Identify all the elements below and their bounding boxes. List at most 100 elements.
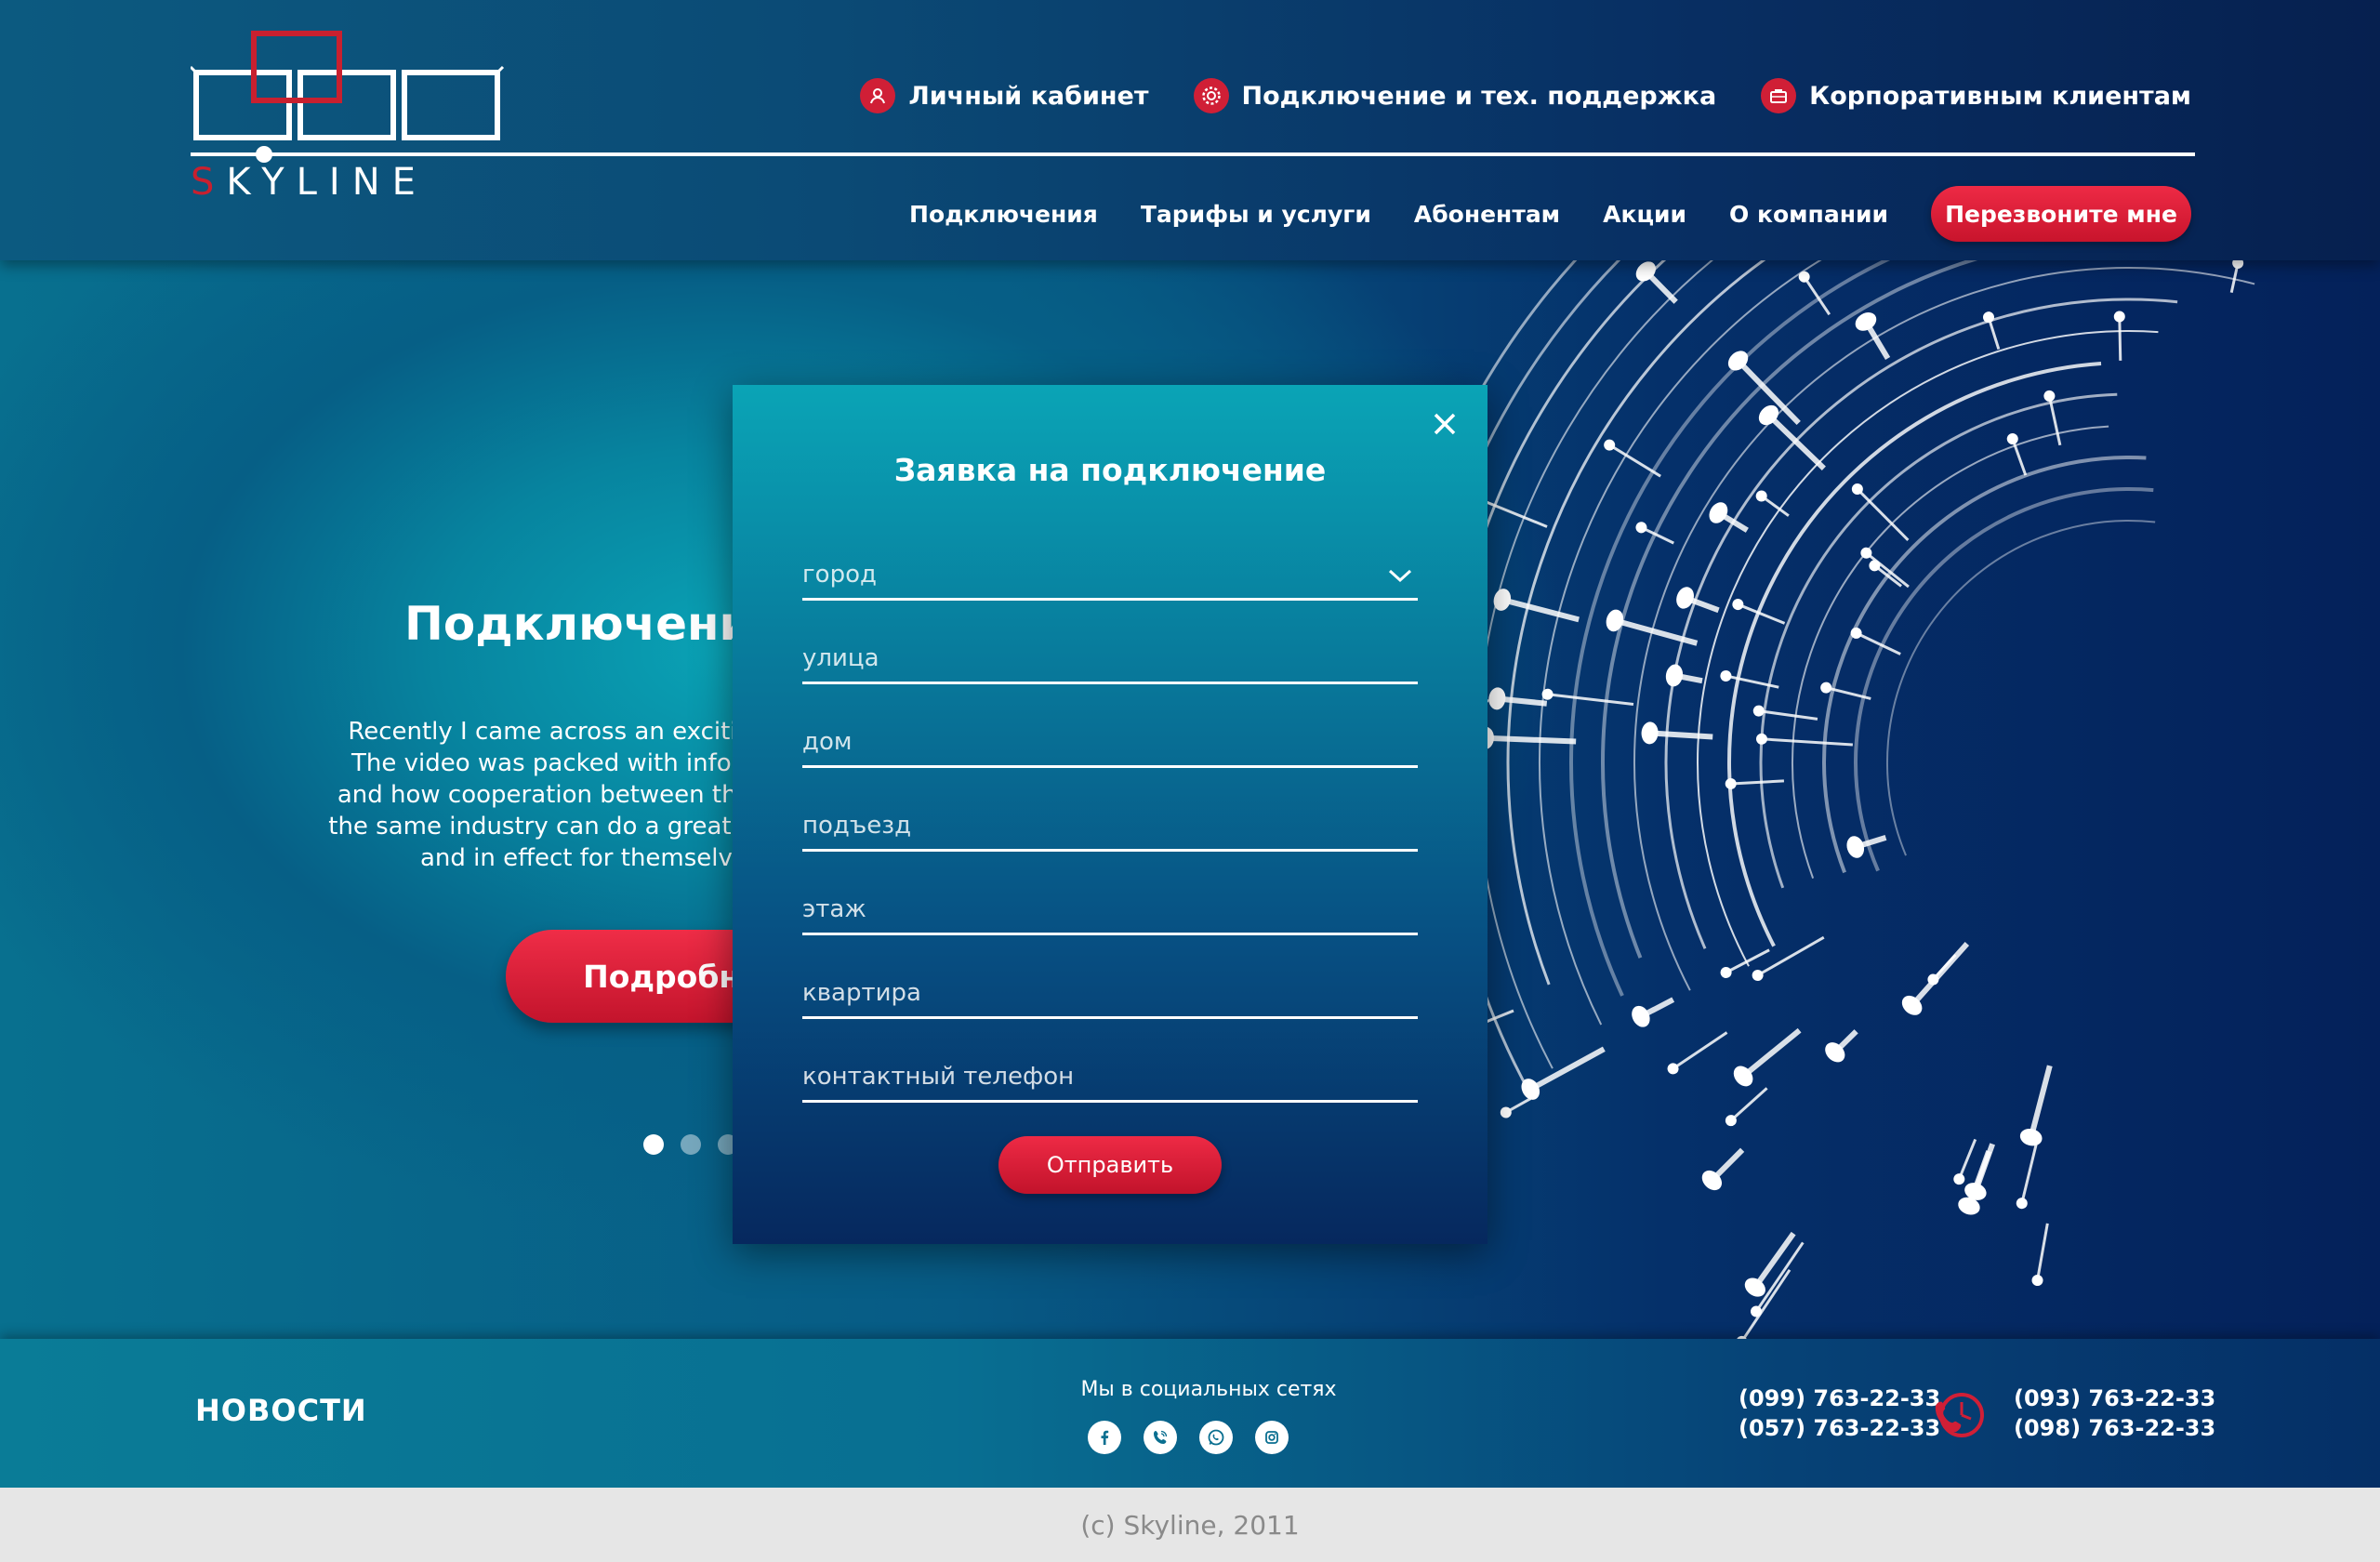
city-placeholder: город xyxy=(802,561,877,589)
circuit-connector xyxy=(1741,1027,1802,1079)
circuit-connector xyxy=(1485,735,1577,745)
circuit-node xyxy=(1720,669,1732,682)
circuit-connector xyxy=(1910,942,1970,1008)
circuit-connector xyxy=(1752,1231,1796,1290)
phone-placeholder: контактный телефон xyxy=(802,1063,1075,1091)
circuit-node xyxy=(1732,599,1744,611)
copyright: (c) Skyline, 2011 xyxy=(0,1488,2380,1562)
floor-field[interactable]: этаж xyxy=(802,880,1418,935)
phones-left: (099) 763-22-33 (057) 763-22-33 xyxy=(1739,1383,1940,1443)
social-icons xyxy=(1088,1421,1289,1454)
nav-subscribers[interactable]: Абонентам xyxy=(1414,201,1560,228)
circuit-arc xyxy=(1569,260,1891,997)
phone-number[interactable]: (099) 763-22-33 xyxy=(1739,1383,1940,1413)
whatsapp-icon[interactable] xyxy=(1199,1421,1233,1454)
circuit-node xyxy=(1604,439,1616,451)
circuit-connector xyxy=(1725,948,1770,974)
street-field[interactable]: улица xyxy=(802,629,1418,684)
circuit-node xyxy=(2113,311,2125,323)
circuit-arc xyxy=(1886,520,2156,856)
viber-icon[interactable] xyxy=(1144,1421,1177,1454)
top-link-corporate[interactable]: Корпоративным клиентам xyxy=(1761,78,2191,113)
top-link-cabinet[interactable]: Личный кабинет xyxy=(860,78,1149,113)
circuit-node xyxy=(1755,733,1767,745)
phone-field[interactable]: контактный телефон xyxy=(802,1047,1418,1103)
nav-connections[interactable]: Подключения xyxy=(909,201,1098,228)
phone-number[interactable]: (098) 763-22-33 xyxy=(2014,1413,2215,1443)
logo-letters-rest: KYLINE xyxy=(226,161,428,204)
circuit-connector xyxy=(1957,1138,1977,1180)
circuit-connector xyxy=(1672,1031,1728,1070)
circuit-connector xyxy=(1649,730,1713,740)
close-icon[interactable] xyxy=(1426,405,1463,443)
circuit-node xyxy=(1667,1063,1679,1075)
circuit-arc xyxy=(1664,298,2178,949)
circuit-arc xyxy=(1475,260,1714,1069)
circuit-connector xyxy=(1761,737,1853,747)
circuit-connector xyxy=(1758,709,1818,721)
circuit-arc xyxy=(1854,487,2154,872)
circuit-node xyxy=(1725,777,1737,789)
circuit-connector xyxy=(1547,693,1634,707)
phone-clock-icon xyxy=(1935,1393,1984,1437)
callback-button[interactable]: Перезвоните мне xyxy=(1931,186,2191,242)
circuit-node xyxy=(1953,1173,1965,1185)
apartment-placeholder: квартира xyxy=(802,979,921,1007)
logo-letter-s: S xyxy=(191,161,227,204)
slider-dot[interactable] xyxy=(681,1134,701,1155)
top-link-corporate-label: Корпоративным клиентам xyxy=(1809,81,2191,111)
phone-number[interactable]: (057) 763-22-33 xyxy=(1739,1413,1940,1443)
main-nav: Подключения Тарифы и услуги Абонентам Ак… xyxy=(909,186,2191,242)
entrance-field[interactable]: подъезд xyxy=(802,796,1418,852)
circuit-node xyxy=(1500,1106,1512,1119)
circuit-node xyxy=(1709,502,1728,523)
nav-promotions[interactable]: Акции xyxy=(1603,201,1686,228)
circuit-connector xyxy=(1730,779,1785,786)
city-select[interactable]: город xyxy=(802,545,1418,601)
nav-about[interactable]: О компании xyxy=(1729,201,1888,228)
circuit-connector xyxy=(2118,316,2122,361)
house-field[interactable]: дом xyxy=(802,712,1418,768)
circuit-connector xyxy=(1756,935,1825,977)
circuit-connector xyxy=(1729,1087,1768,1122)
circuit-node xyxy=(1635,522,1647,534)
instagram-icon[interactable] xyxy=(1255,1421,1289,1454)
connection-request-modal: Заявка на подключение город улица дом по… xyxy=(733,385,1488,1244)
logo-wordmark: SKYLINE xyxy=(191,164,428,201)
circuit-arc xyxy=(1601,260,1978,959)
top-links: Личный кабинет Подключение и тех. поддер… xyxy=(860,78,2191,113)
phone-number[interactable]: (093) 763-22-33 xyxy=(2014,1383,2215,1413)
phones-right: (093) 763-22-33 (098) 763-22-33 xyxy=(2014,1383,2215,1443)
apartment-field[interactable]: квартира xyxy=(802,963,1418,1019)
top-link-support-label: Подключение и тех. поддержка xyxy=(1241,81,1717,111)
gear-icon xyxy=(1193,78,1229,113)
circuit-connector xyxy=(2047,395,2062,446)
news-link[interactable]: НОВОСТИ xyxy=(195,1393,367,1428)
circuit-node xyxy=(1665,664,1684,687)
facebook-icon[interactable] xyxy=(1088,1421,1121,1454)
circuit-node xyxy=(1751,1305,1763,1317)
circuit-node xyxy=(1632,1005,1650,1027)
circuit-node xyxy=(2232,260,2244,269)
slider-dots xyxy=(643,1134,738,1155)
modal-title: Заявка на подключение xyxy=(893,452,1327,488)
site-footer: НОВОСТИ Мы в социальных сетях (099) 763-… xyxy=(0,1339,2380,1488)
entrance-placeholder: подъезд xyxy=(802,812,912,840)
circuit-node xyxy=(1720,966,1732,978)
top-link-cabinet-label: Личный кабинет xyxy=(908,81,1149,111)
circuit-connector xyxy=(2020,1136,2040,1204)
top-link-support[interactable]: Подключение и тех. поддержка xyxy=(1193,78,1717,113)
street-placeholder: улица xyxy=(802,644,879,672)
circuit-node xyxy=(1752,969,1764,981)
submit-button[interactable]: Отправить xyxy=(998,1136,1222,1194)
nav-tariffs[interactable]: Тарифы и услуги xyxy=(1141,201,1371,228)
site-header: SKYLINE Личный кабинет Подключение и тех… xyxy=(0,0,2380,260)
circuit-arc xyxy=(1539,260,1822,1026)
slider-dot[interactable] xyxy=(643,1134,664,1155)
circuit-connector xyxy=(2028,1065,2053,1138)
circuit-node xyxy=(1606,609,1624,632)
header-divider xyxy=(191,152,2195,156)
social-title: Мы в социальных сетях xyxy=(1080,1378,1337,1401)
floor-placeholder: этаж xyxy=(802,895,866,923)
circuit-arc xyxy=(1443,260,1667,1098)
